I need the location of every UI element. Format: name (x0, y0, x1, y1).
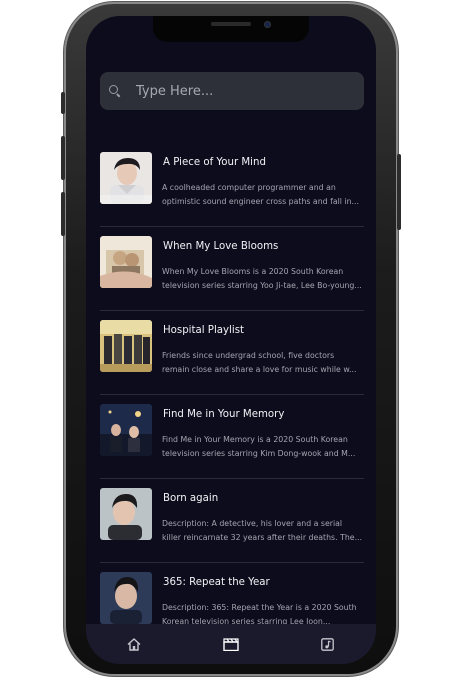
drama-poster (100, 572, 152, 624)
phone-notch (153, 16, 309, 42)
earpiece-speaker (211, 22, 251, 26)
drama-title: Hospital Playlist (163, 325, 245, 336)
list-item[interactable]: Born again Description: A detective, his… (100, 480, 364, 563)
drama-poster (100, 488, 152, 540)
nav-movies-button[interactable] (211, 629, 251, 659)
drama-title: A Piece of Your Mind (163, 157, 266, 168)
phone-power-button (397, 154, 401, 230)
search-input[interactable] (134, 82, 338, 100)
app-screen: A Piece of Your Mind A coolheaded comput… (86, 16, 376, 664)
drama-title: 365: Repeat the Year (163, 577, 270, 588)
drama-title: Find Me in Your Memory (163, 409, 285, 420)
music-note-icon (321, 637, 334, 651)
phone-volume-up (61, 136, 65, 180)
front-camera (264, 21, 271, 28)
home-icon (127, 637, 141, 651)
nav-home-button[interactable] (114, 629, 154, 659)
phone-volume-down (61, 192, 65, 236)
list-item[interactable]: Find Me in Your Memory Find Me in Your M… (100, 396, 364, 479)
drama-poster (100, 236, 152, 288)
drama-description: Friends since undergrad school, five doc… (162, 351, 357, 374)
drama-description: When My Love Blooms is a 2020 South Kore… (162, 267, 362, 290)
drama-description: Description: A detective, his lover and … (162, 519, 362, 542)
drama-title: Born again (163, 493, 219, 504)
list-item[interactable]: A Piece of Your Mind A coolheaded comput… (100, 144, 364, 227)
drama-poster (100, 404, 152, 456)
list-item[interactable]: Hospital Playlist Friends since undergra… (100, 312, 364, 395)
list-item[interactable]: When My Love Blooms When My Love Blooms … (100, 228, 364, 311)
phone-mute-switch (61, 92, 65, 114)
nav-music-button[interactable] (308, 629, 348, 659)
drama-poster (100, 152, 152, 204)
drama-description: A coolheaded computer programmer and an … (162, 183, 359, 206)
search-icon (108, 84, 122, 98)
drama-title: When My Love Blooms (163, 241, 279, 252)
drama-list: A Piece of Your Mind A coolheaded comput… (100, 144, 364, 648)
search-bar[interactable] (100, 72, 364, 110)
drama-poster (100, 320, 152, 372)
drama-description: Find Me in Your Memory is a 2020 South K… (162, 435, 356, 458)
bottom-nav (86, 624, 376, 664)
clapperboard-icon (223, 637, 239, 651)
